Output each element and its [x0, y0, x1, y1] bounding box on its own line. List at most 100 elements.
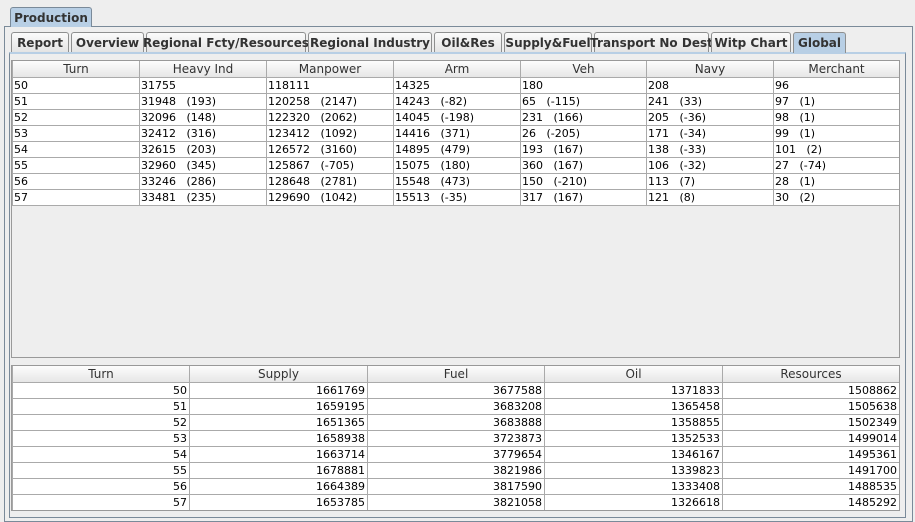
table-row[interactable]: 56 1664389 3817590 1333408 1488535	[12, 477, 899, 495]
table-cell: 125867 (-705)	[266, 156, 394, 174]
table-cell: 1326618	[544, 493, 723, 510]
column-header-heavy-ind[interactable]: Heavy Ind	[139, 61, 267, 78]
table-cell: 14243 (-82)	[393, 92, 521, 110]
column-header-turn[interactable]: Turn	[12, 366, 190, 383]
table-cell: 55	[12, 156, 140, 174]
table-cell: 1358855	[544, 413, 723, 431]
table-cell: 1339823	[544, 461, 723, 479]
table-cell: 3779654	[367, 445, 545, 463]
table-cell: 1499014	[722, 429, 899, 447]
table-cell: 32960 (345)	[139, 156, 267, 174]
table-cell: 180	[520, 76, 647, 94]
column-header-oil[interactable]: Oil	[544, 366, 723, 383]
table-cell: 1502349	[722, 413, 899, 431]
table-cell: 1365458	[544, 397, 723, 415]
table-row[interactable]: 55 32960 (345) 125867 (-705) 15075 (180) 360…	[12, 156, 899, 174]
table-cell: 128648 (2781)	[266, 172, 394, 190]
table-cell: 1352533	[544, 429, 723, 447]
table-cell: 52	[12, 413, 190, 431]
table-cell: 1505638	[722, 397, 899, 415]
header-row: Turn Heavy Ind Manpower Arm Veh Navy Merchant	[12, 61, 899, 78]
table-row[interactable]: 55 1678881 3821986 1339823 1491700	[12, 461, 899, 479]
table-row[interactable]: 57 1653785 3821058 1326618 1485292	[12, 493, 899, 510]
column-header-fuel[interactable]: Fuel	[367, 366, 545, 383]
table-cell: 98 (1)	[773, 108, 899, 126]
table-cell: 3723873	[367, 429, 545, 447]
table-cell: 50	[12, 381, 190, 399]
table-row[interactable]: 52 1651365 3683888 1358855 1502349	[12, 413, 899, 431]
column-header-arm[interactable]: Arm	[393, 61, 521, 78]
table-cell: 113 (7)	[646, 172, 774, 190]
table-cell: 317 (167)	[520, 188, 647, 206]
table-row[interactable]: 57 33481 (235) 129690 (1042) 15513 (-35) 317…	[12, 188, 899, 206]
table-cell: 1485292	[722, 493, 899, 510]
table-row[interactable]: 53 1658938 3723873 1352533 1499014	[12, 429, 899, 447]
table-cell: 27 (-74)	[773, 156, 899, 174]
table-row[interactable]: 54 32615 (203) 126572 (3160) 14895 (479) 193…	[12, 140, 899, 158]
table-cell: 52	[12, 108, 140, 126]
table-cell: 123412 (1092)	[266, 124, 394, 142]
table-cell: 56	[12, 172, 140, 190]
table-row[interactable]: 50 1661769 3677588 1371833 1508862	[12, 381, 899, 399]
table-cell: 138 (-33)	[646, 140, 774, 158]
tab-production[interactable]: Production	[10, 7, 92, 27]
table-cell: 120258 (2147)	[266, 92, 394, 110]
table-cell: 1663714	[189, 445, 368, 463]
production-table: Turn Heavy Ind Manpower Arm Veh Navy Merchant 5…	[12, 61, 899, 206]
table-cell: 3817590	[367, 477, 545, 495]
table-cell: 31755	[139, 76, 267, 94]
table-cell: 118111	[266, 76, 394, 94]
table-cell: 126572 (3160)	[266, 140, 394, 158]
table-cell: 1495361	[722, 445, 899, 463]
column-header-turn[interactable]: Turn	[12, 61, 140, 78]
table-row[interactable]: 54 1663714 3779654 1346167 1495361	[12, 445, 899, 463]
table-cell: 360 (167)	[520, 156, 647, 174]
table-cell: 101 (2)	[773, 140, 899, 158]
table-cell: 57	[12, 188, 140, 206]
production-table-scrollpane[interactable]: Turn Heavy Ind Manpower Arm Veh Navy Merchant 5…	[11, 60, 900, 358]
table-cell: 15513 (-35)	[393, 188, 521, 206]
table-cell: 122320 (2062)	[266, 108, 394, 126]
tab-oil-res[interactable]: Oil&Res	[434, 32, 502, 52]
table-cell: 99 (1)	[773, 124, 899, 142]
column-header-supply[interactable]: Supply	[189, 366, 368, 383]
table-cell: 33481 (235)	[139, 188, 267, 206]
table-row[interactable]: 51 1659195 3683208 1365458 1505638	[12, 397, 899, 415]
header-row: Turn Supply Fuel Oil Resources	[12, 366, 899, 383]
table-row[interactable]: 56 33246 (286) 128648 (2781) 15548 (473) 150…	[12, 172, 899, 190]
tab-report[interactable]: Report	[11, 32, 69, 52]
table-cell: 32615 (203)	[139, 140, 267, 158]
table-row[interactable]: 50 31755 118111 14325 180 208 96	[12, 76, 899, 94]
tab-transport-no-dest[interactable]: Transport No Dest	[590, 32, 713, 52]
table-cell: 65 (-115)	[520, 92, 647, 110]
tab-overview[interactable]: Overview	[71, 32, 144, 52]
resources-table-scrollpane[interactable]: Turn Supply Fuel Oil Resources 50 1661769 36775…	[11, 365, 900, 511]
table-cell: 1659195	[189, 397, 368, 415]
column-header-resources[interactable]: Resources	[722, 366, 899, 383]
column-header-manpower[interactable]: Manpower	[266, 61, 394, 78]
table-cell: 3683888	[367, 413, 545, 431]
table-row[interactable]: 53 32412 (316) 123412 (1092) 14416 (371) 26 …	[12, 124, 899, 142]
table-cell: 150 (-210)	[520, 172, 647, 190]
column-header-merchant[interactable]: Merchant	[773, 61, 899, 78]
table-cell: 1371833	[544, 381, 723, 399]
table-row[interactable]: 51 31948 (193) 120258 (2147) 14243 (-82) 65 …	[12, 92, 899, 110]
tab-regional-fcty-resources[interactable]: Regional Fcty/Resources	[143, 32, 309, 52]
column-header-navy[interactable]: Navy	[646, 61, 774, 78]
tab-witp-chart[interactable]: Witp Chart	[711, 32, 791, 52]
table-cell: 1491700	[722, 461, 899, 479]
table-row[interactable]: 52 32096 (148) 122320 (2062) 14045 (-198) 23…	[12, 108, 899, 126]
table-cell: 121 (8)	[646, 188, 774, 206]
table-cell: 53	[12, 124, 140, 142]
tab-regional-industry[interactable]: Regional Industry	[308, 32, 432, 52]
tab-global[interactable]: Global	[793, 32, 846, 53]
table-cell: 1658938	[189, 429, 368, 447]
table-cell: 1661769	[189, 381, 368, 399]
column-header-veh[interactable]: Veh	[520, 61, 647, 78]
tab-supply-fuel[interactable]: Supply&Fuel	[504, 32, 592, 52]
table-cell: 171 (-34)	[646, 124, 774, 142]
table-cell: 241 (33)	[646, 92, 774, 110]
tab-strip: Report Overview Regional Fcty/Resources Reg…	[11, 32, 848, 53]
table-cell: 53	[12, 429, 190, 447]
table-cell: 15075 (180)	[393, 156, 521, 174]
